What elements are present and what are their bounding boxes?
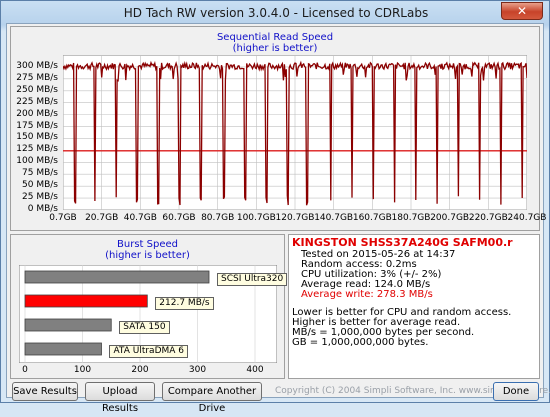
upload-results-button[interactable]: Upload Results: [85, 382, 155, 414]
compare-drive-button[interactable]: Compare Another Drive: [162, 382, 262, 414]
client-area: Sequential Read Speed (higher is better)…: [6, 23, 550, 414]
y-tick-label: 275 MB/s: [16, 72, 58, 83]
y-tick-label: 225 MB/s: [16, 96, 58, 107]
burst-bar: [24, 294, 148, 308]
drive-name: KINGSTON SHSS37A240G SAFM00.r: [292, 236, 513, 249]
burst-bar-label: 212.7 MB/s: [155, 297, 214, 310]
burst-x-tick-label: 400: [246, 365, 264, 375]
burst-speed-panel: Burst Speed (higher is better) 0 100 200 30…: [10, 234, 288, 379]
burst-chart-title: Burst Speed: [117, 239, 178, 250]
y-tick-label: 25 MB/s: [22, 192, 58, 203]
burst-x-tick-label: 200: [131, 365, 149, 375]
y-tick-label: 175 MB/s: [16, 120, 58, 131]
burst-bar: [24, 342, 102, 356]
done-button[interactable]: Done: [493, 382, 539, 401]
drive-info-panel: KINGSTON SHSS37A240G SAFM00.r Tested on …: [288, 234, 540, 379]
read-chart-subtitle: (higher is better): [232, 43, 318, 54]
y-tick-label: 150 MB/s: [16, 132, 58, 143]
burst-bar: [24, 318, 112, 332]
burst-x-tick-label: 300: [188, 365, 207, 375]
burst-bar-label: SCSI Ultra320: [217, 273, 288, 286]
close-button[interactable]: ✕: [501, 2, 543, 20]
burst-x-tick-label: 0: [22, 365, 28, 375]
y-tick-label: 200 MB/s: [16, 108, 58, 119]
burst-bar-label: ATA UltraDMA 6: [109, 345, 189, 358]
y-tick-label: 125 MB/s: [16, 144, 58, 155]
y-tick-label: 250 MB/s: [16, 84, 58, 95]
average-write: Average write: 278.3 MB/s: [301, 289, 433, 300]
window-title: HD Tach RW version 3.0.4.0 - Licensed to…: [123, 6, 429, 20]
app-window: HD Tach RW version 3.0.4.0 - Licensed to…: [0, 0, 550, 414]
read-chart-plot: [63, 55, 527, 210]
burst-bar-label: SATA 150: [119, 321, 170, 334]
save-results-button[interactable]: Save Results: [12, 382, 78, 401]
y-tick-label: 75 MB/s: [22, 168, 58, 179]
y-tick-label: 300 MB/s: [16, 60, 58, 71]
read-speed-panel: Sequential Read Speed (higher is better)…: [10, 26, 546, 231]
burst-bar: [24, 270, 210, 284]
note-gb-definition: GB = 1,000,000,000 bytes.: [292, 337, 429, 348]
y-tick-label: 100 MB/s: [16, 156, 58, 167]
x-tick-label: 240.7GB: [507, 213, 547, 223]
read-chart-title: Sequential Read Speed: [216, 32, 334, 43]
y-tick-label: 50 MB/s: [22, 180, 58, 191]
burst-x-tick-label: 100: [73, 365, 92, 375]
burst-chart-subtitle: (higher is better): [105, 250, 190, 261]
